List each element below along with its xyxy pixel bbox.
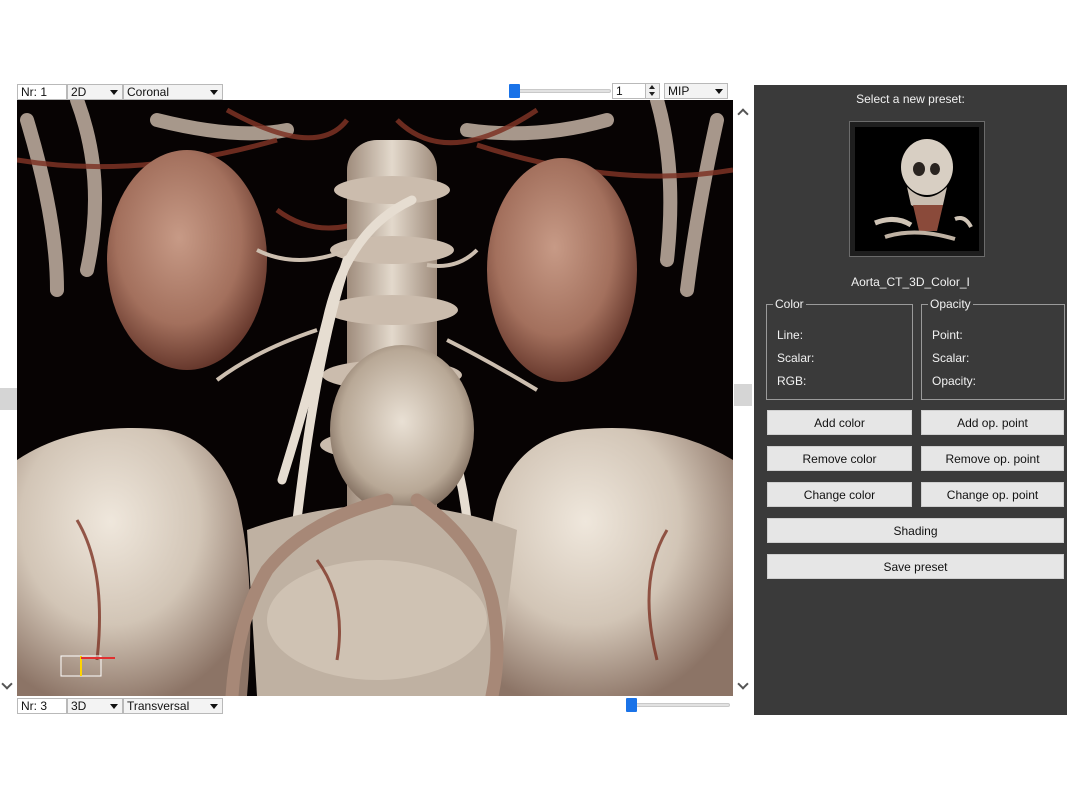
render-mode-value: MIP: [668, 84, 690, 98]
opacity-scalar-label: Scalar:: [932, 351, 970, 365]
bottom-viewer-toolbar: Nr: 3 3D Transversal: [17, 697, 730, 714]
transfer-function-panel: Select a new preset: Aorta_CT_3D_Color_I…: [754, 85, 1067, 715]
add-color-button[interactable]: Add color: [767, 410, 912, 435]
orientation-dropdown[interactable]: Transversal: [123, 697, 223, 714]
remove-op-point-button[interactable]: Remove op. point: [921, 446, 1064, 471]
right-scrollbar-thumb[interactable]: [734, 384, 752, 406]
slice-slider-handle[interactable]: [509, 84, 520, 98]
chevron-down-icon: [210, 703, 218, 709]
opacity-group: Opacity Point: Scalar: Opacity:: [921, 297, 1065, 400]
opacity-group-legend: Opacity: [928, 297, 973, 311]
slice-value: 1: [616, 84, 623, 98]
bottom-slider-track[interactable]: [630, 703, 730, 707]
scroll-up-icon[interactable]: [737, 108, 749, 120]
viewer-number-label: Nr: 3: [17, 697, 67, 714]
color-rgb-label: RGB:: [777, 374, 807, 388]
chevron-down-icon: [110, 89, 118, 95]
viewer-number-label: Nr: 1: [17, 83, 67, 100]
change-color-button[interactable]: Change color: [767, 482, 912, 507]
opacity-point-label: Point:: [932, 328, 963, 342]
left-scrollbar[interactable]: [0, 100, 17, 696]
volume-rendering-image: [17, 100, 733, 696]
spin-up-icon[interactable]: [649, 85, 655, 89]
bottom-slider-handle[interactable]: [626, 698, 637, 712]
spin-down-icon[interactable]: [649, 92, 655, 96]
dimension-mode-dropdown[interactable]: 2D: [67, 83, 123, 100]
volume-render-viewport[interactable]: [17, 100, 733, 696]
dimension-mode-dropdown[interactable]: 3D: [67, 697, 123, 714]
render-mode-dropdown[interactable]: MIP: [664, 83, 728, 99]
orientation-value: Coronal: [127, 84, 170, 99]
scroll-down-icon[interactable]: [737, 678, 749, 690]
add-op-point-button[interactable]: Add op. point: [921, 410, 1064, 435]
preset-name: Aorta_CT_3D_Color_I: [851, 275, 970, 289]
slice-spinbox[interactable]: 1: [612, 83, 660, 99]
skull-preview-icon: [855, 127, 979, 251]
right-scrollbar[interactable]: [733, 100, 753, 696]
slice-slider-track[interactable]: [513, 89, 611, 93]
save-preset-button[interactable]: Save preset: [767, 554, 1064, 579]
dimension-mode-value: 3D: [71, 698, 87, 713]
orientation-value: Transversal: [127, 698, 190, 713]
orientation-dropdown[interactable]: Coronal: [123, 83, 223, 100]
color-scalar-label: Scalar:: [777, 351, 815, 365]
color-group: Color Line: Scalar: RGB:: [766, 297, 913, 400]
chevron-down-icon: [210, 89, 218, 95]
remove-color-button[interactable]: Remove color: [767, 446, 912, 471]
opacity-value-label: Opacity:: [932, 374, 977, 388]
spin-buttons[interactable]: [645, 84, 659, 98]
change-op-point-button[interactable]: Change op. point: [921, 482, 1064, 507]
left-scrollbar-thumb[interactable]: [0, 388, 17, 410]
preset-thumbnail[interactable]: [849, 121, 985, 257]
chevron-down-icon: [110, 703, 118, 709]
shading-button[interactable]: Shading: [767, 518, 1064, 543]
color-group-legend: Color: [773, 297, 806, 311]
preset-panel-title: Select a new preset:: [856, 92, 965, 106]
preset-thumbnail-image: [855, 127, 979, 251]
color-line-label: Line:: [777, 328, 804, 342]
chevron-down-icon: [715, 89, 723, 94]
dimension-mode-value: 2D: [71, 84, 87, 99]
